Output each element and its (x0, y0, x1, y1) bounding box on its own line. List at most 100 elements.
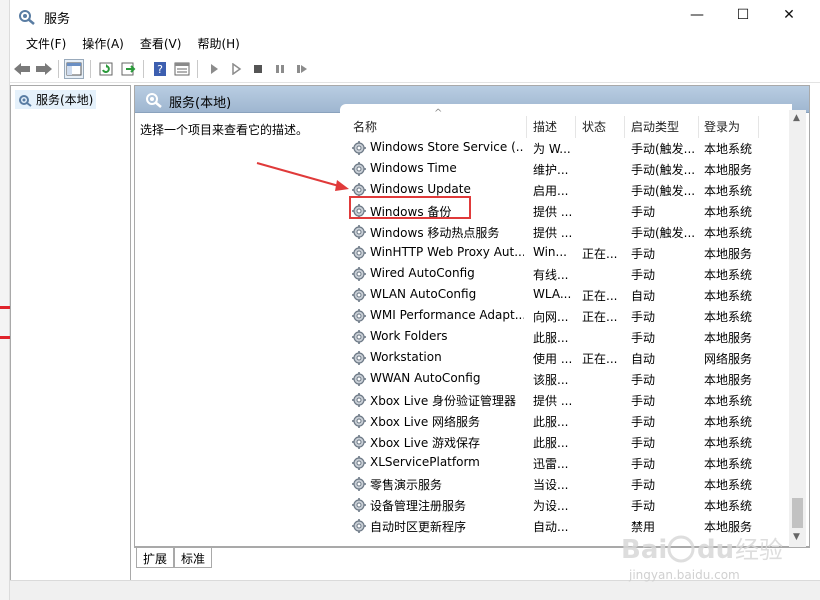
export-list-button[interactable] (118, 59, 138, 79)
restart-service-button[interactable] (292, 59, 312, 79)
menu-action[interactable]: 操作(A) (74, 32, 132, 54)
service-row[interactable]: Xbox Live 网络服务 此服... 手动 本地系统 (340, 410, 792, 431)
close-button[interactable]: ✕ (766, 0, 812, 30)
column-header-startup-type[interactable]: 启动类型 (631, 118, 679, 135)
service-row[interactable]: Xbox Live 身份验证管理器 提供 ... 手动 本地系统 (340, 389, 792, 410)
help-button[interactable]: ? (150, 59, 170, 79)
service-log-on-as: 本地系统 (704, 478, 753, 492)
service-status: 正在... (582, 289, 618, 303)
service-row[interactable]: WLAN AutoConfig WLA... 正在... 自动 本地系统 (340, 284, 792, 305)
service-name: WMI Performance Adapt... (370, 308, 524, 322)
scrollbar-thumb[interactable] (792, 498, 803, 528)
service-description: 此服... (533, 436, 569, 450)
service-gear-icon (352, 519, 366, 533)
service-status: 正在... (582, 352, 618, 366)
refresh-button[interactable] (96, 59, 116, 79)
service-gear-icon (352, 435, 366, 449)
pane-header-title: 服务(本地) (169, 96, 232, 111)
service-log-on-as: 本地服务 (704, 331, 753, 345)
minimize-button[interactable]: — (674, 0, 720, 30)
service-row[interactable]: Windows 移动热点服务 提供 ... 手动(触发... 本地系统 (340, 221, 792, 242)
service-description: 当设... (533, 478, 569, 492)
service-row[interactable]: XLServicePlatform 迅雷... 手动 本地系统 (340, 452, 792, 473)
pause-icon (276, 65, 284, 73)
properties-button[interactable] (172, 59, 192, 79)
scroll-up-icon[interactable]: ▲ (793, 113, 800, 123)
service-description: 自动... (533, 520, 569, 534)
service-description: 为 W... (533, 142, 571, 156)
service-startup-type: 手动 (631, 457, 656, 471)
menu-help[interactable]: 帮助(H) (189, 32, 247, 54)
service-name: Windows Store Service (... (370, 140, 524, 154)
column-divider[interactable] (526, 116, 527, 138)
stop-service-button[interactable] (248, 59, 268, 79)
start-service-button[interactable] (204, 59, 224, 79)
service-row[interactable]: Xbox Live 游戏保存 此服... 手动 本地系统 (340, 431, 792, 452)
svg-text:经验: 经验 (735, 536, 783, 564)
service-startup-type: 手动 (631, 415, 656, 429)
service-description: 迅雷... (533, 457, 569, 471)
service-log-on-as: 本地服务 (704, 373, 753, 387)
service-gear-icon (352, 267, 366, 281)
column-headers: ^ 名称 描述 状态 启动类型 登录为 (340, 108, 792, 138)
service-startup-type: 手动 (631, 331, 656, 345)
services-window: 服务 — ☐ ✕ 文件(F) 操作(A) 查看(V) 帮助(H) ? 服务(本地… (0, 0, 820, 600)
service-log-on-as: 本地系统 (704, 226, 753, 240)
service-row[interactable]: 零售演示服务 当设... 手动 本地系统 (340, 473, 792, 494)
column-divider[interactable] (758, 116, 759, 138)
properties-icon (174, 62, 190, 76)
service-startup-type: 手动 (631, 373, 656, 387)
pause-service-button[interactable] (270, 59, 290, 79)
service-startup-type: 手动(触发... (631, 163, 696, 177)
services-gear-icon (19, 94, 32, 107)
service-row[interactable]: Windows Store Service (... 为 W... 手动(触发...… (340, 137, 792, 158)
service-startup-type: 手动(触发... (631, 142, 696, 156)
service-row[interactable]: Workstation 使用 ... 正在... 自动 网络服务 (340, 347, 792, 368)
menu-view[interactable]: 查看(V) (132, 32, 190, 54)
column-header-log-on-as[interactable]: 登录为 (704, 118, 740, 135)
stop-icon (254, 65, 262, 73)
service-row[interactable]: Wired AutoConfig 有线... 手动 本地系统 (340, 263, 792, 284)
service-startup-type: 手动 (631, 247, 656, 261)
back-button[interactable] (12, 59, 32, 79)
start-service-alt-button[interactable] (226, 59, 246, 79)
service-status: 正在... (582, 310, 618, 324)
show-hide-console-tree-button[interactable] (64, 59, 84, 79)
tab-extended[interactable]: 扩展 (136, 548, 175, 568)
column-divider[interactable] (624, 116, 625, 138)
sort-ascending-icon: ^ (434, 108, 443, 119)
column-header-status[interactable]: 状态 (582, 118, 606, 135)
column-header-description[interactable]: 描述 (533, 118, 557, 135)
menu-file[interactable]: 文件(F) (18, 32, 74, 54)
column-divider[interactable] (698, 116, 699, 138)
service-name: Xbox Live 游戏保存 (370, 436, 481, 450)
service-description: 使用 ... (533, 352, 573, 366)
column-divider[interactable] (575, 116, 576, 138)
service-gear-icon (352, 246, 366, 260)
service-gear-icon (352, 393, 366, 407)
service-description: 提供 ... (533, 226, 573, 240)
maximize-button[interactable]: ☐ (720, 0, 766, 30)
service-row[interactable]: Work Folders 此服... 手动 本地服务 (340, 326, 792, 347)
service-startup-type: 手动 (631, 436, 656, 450)
service-name: Work Folders (370, 329, 448, 343)
vertical-scrollbar[interactable]: ▲ ▼ (789, 110, 806, 547)
service-row[interactable]: WinHTTP Web Proxy Aut... Win... 正在... 手动 本地服… (340, 242, 792, 263)
service-row[interactable]: WWAN AutoConfig 该服... 手动 本地服务 (340, 368, 792, 389)
service-row[interactable]: 设备管理注册服务 为设... 手动 本地系统 (340, 494, 792, 515)
service-row[interactable]: WMI Performance Adapt... 向网... 正在... 手动 本地系统 (340, 305, 792, 326)
service-gear-icon (352, 351, 366, 365)
play-outline-icon (232, 63, 242, 75)
services-pane: 服务(本地) 选择一个项目来查看它的描述。 ^ 名称 描述 状态 启动类型 登录… (134, 85, 810, 547)
tree-node-services-local[interactable]: 服务(本地) (15, 90, 97, 109)
service-startup-type: 手动 (631, 499, 656, 513)
forward-button[interactable] (34, 59, 54, 79)
service-log-on-as: 本地系统 (704, 205, 753, 219)
service-name: Wired AutoConfig (370, 266, 475, 280)
tab-standard[interactable]: 标准 (174, 548, 213, 568)
toolbar-separator (90, 60, 91, 78)
service-description: 维护... (533, 163, 569, 177)
service-row[interactable]: Windows Time 维护... 手动(触发... 本地服务 (340, 158, 792, 179)
service-description: 此服... (533, 331, 569, 345)
column-header-name[interactable]: 名称 (353, 118, 377, 135)
